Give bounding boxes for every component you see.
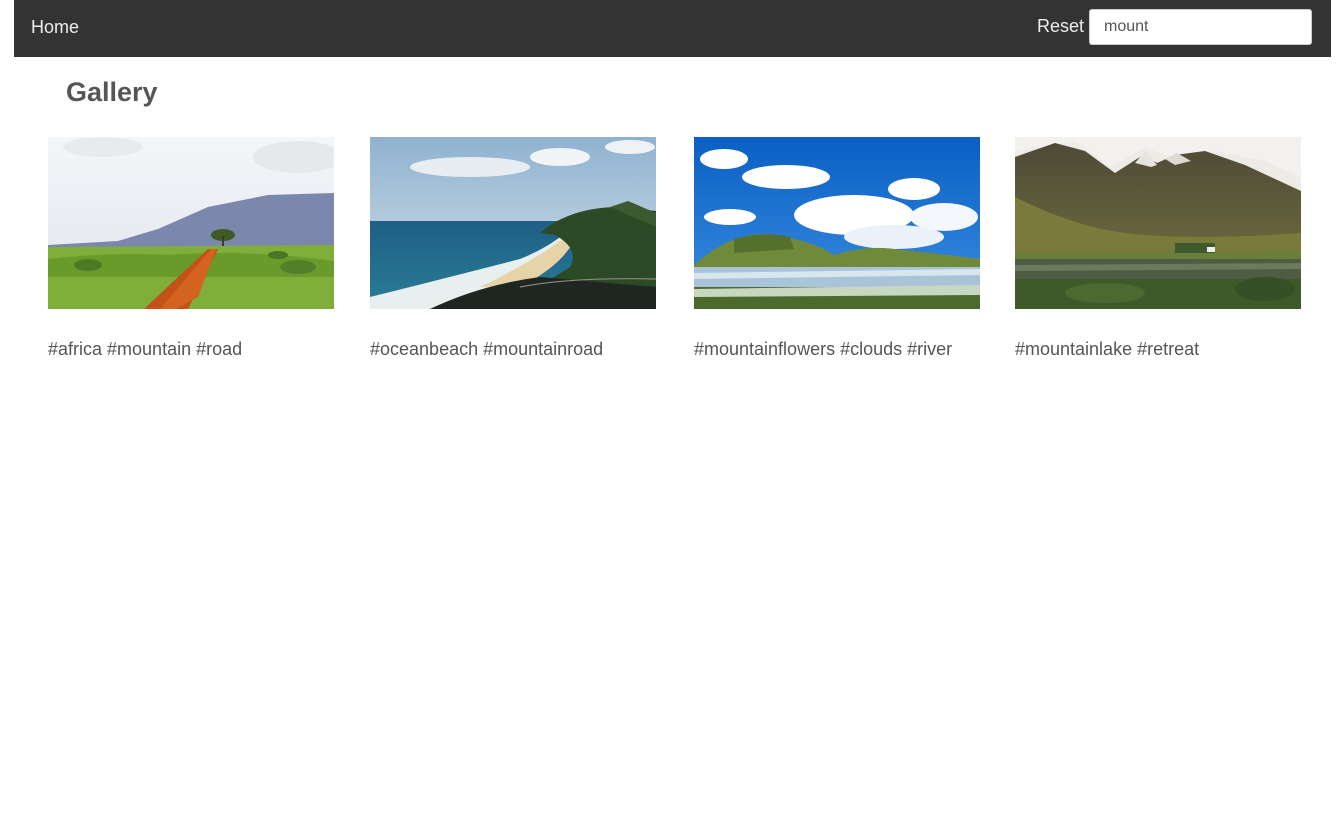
gallery-card: #mountainflowers #clouds #river (694, 137, 981, 359)
gallery-image[interactable] (370, 137, 656, 309)
home-link[interactable]: Home (31, 17, 79, 38)
image-caption: #mountainflowers #clouds #river (694, 339, 953, 359)
top-navbar: Home Reset (14, 0, 1331, 57)
reset-link[interactable]: Reset (1037, 16, 1084, 37)
search-input[interactable] (1089, 9, 1312, 45)
image-caption: #oceanbeach #mountainroad (370, 339, 604, 359)
gallery-card: #oceanbeach #mountainroad (370, 137, 657, 359)
gallery-card: #mountainlake #retreat (1015, 137, 1302, 359)
page-title: Gallery (66, 77, 158, 107)
gallery-card: #africa #mountain #road (48, 137, 335, 359)
gallery-image[interactable] (1015, 137, 1301, 309)
image-caption: #mountainlake #retreat (1015, 339, 1200, 359)
gallery-image[interactable] (48, 137, 334, 309)
gallery-image[interactable] (694, 137, 980, 309)
image-caption: #africa #mountain #road (48, 339, 243, 359)
